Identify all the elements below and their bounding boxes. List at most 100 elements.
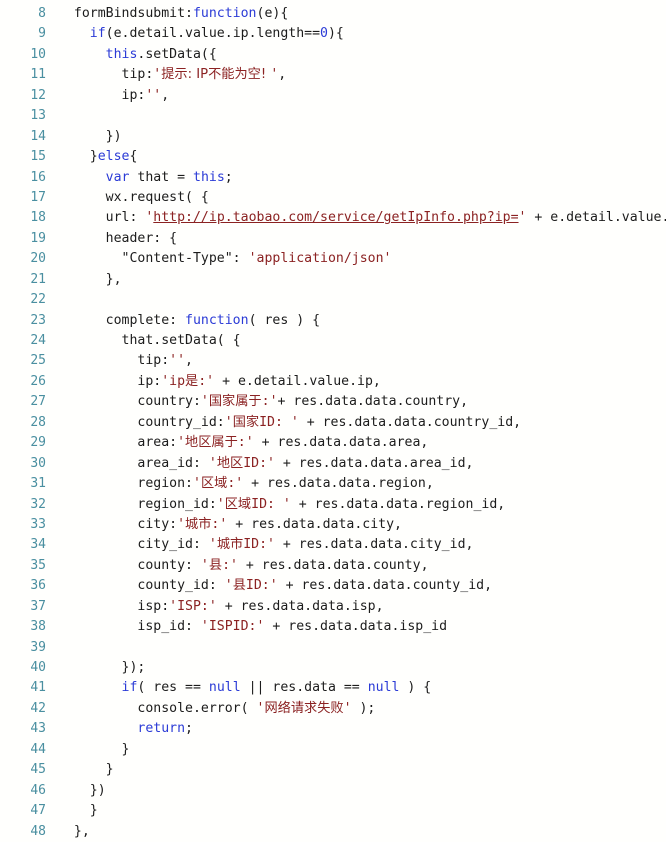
code-token-plain: ip:: [58, 87, 146, 103]
code-token-string: ID: ': [251, 496, 291, 512]
code-line-content[interactable]: city:'城市:' + res.data.data.city,: [46, 515, 402, 535]
code-line: 13: [0, 106, 666, 126]
code-line-content[interactable]: wx.request( {: [46, 188, 209, 208]
code-line: 37 isp:'ISP:' + res.data.data.isp,: [0, 597, 666, 617]
line-number: 41: [30, 680, 46, 696]
code-line-content[interactable]: that.setData( {: [46, 331, 241, 351]
code-token-plain: tip:: [58, 353, 170, 369]
code-line-content[interactable]: ip:'',: [46, 86, 170, 106]
code-line: 24 that.setData( {: [0, 331, 666, 351]
code-token-string-cjk: 城市: [185, 516, 212, 532]
code-line-content[interactable]: },: [46, 822, 90, 842]
line-number: 14: [30, 128, 46, 144]
code-line: 34 city_id: '城市ID:' + res.data.data.city…: [0, 535, 666, 555]
code-line: 23 complete: function( res ) {: [0, 311, 666, 331]
code-line: 15 }else{: [0, 147, 666, 167]
code-token-plain: region_id:: [58, 496, 217, 512]
code-line-content[interactable]: return;: [46, 719, 193, 739]
code-token-string: ': [224, 578, 233, 594]
code-line-content[interactable]: tip:'',: [46, 351, 193, 371]
code-line-content[interactable]: url: 'http://ip.taobao.com/service/getIp…: [46, 208, 666, 228]
code-line-content[interactable]: }: [46, 801, 98, 821]
code-line-content[interactable]: "Content-Type": 'application/json': [46, 249, 392, 269]
code-line-content[interactable]: isp_id: 'ISPID:' + res.data.data.isp_id: [46, 617, 447, 637]
code-line: 44 }: [0, 740, 666, 760]
code-line-content[interactable]: console.error( '网络请求失败' );: [46, 699, 375, 719]
code-line-content[interactable]: region:'区域:' + res.data.data.region,: [46, 474, 434, 494]
code-token-plain: ,: [278, 67, 287, 83]
code-line: 35 county: '县:' + res.data.data.county,: [0, 556, 666, 576]
code-token-string: 'application/json': [248, 251, 392, 267]
code-token-plain: + res.data.data.area_id,: [274, 455, 474, 471]
code-line-content[interactable]: isp:'ISP:' + res.data.data.isp,: [46, 597, 383, 617]
line-number: 24: [30, 333, 46, 348]
code-line: 10 this.setData({: [0, 45, 666, 65]
code-line-content[interactable]: formBindsubmit:function(e){: [46, 4, 288, 24]
code-token-keyword: else: [97, 149, 130, 165]
line-number: 36: [30, 578, 46, 594]
code-line-content[interactable]: area:'地区属于:' + res.data.data.area,: [46, 433, 428, 453]
line-number: 19: [30, 230, 46, 246]
code-line-content[interactable]: country:'国家属于:'+ res.data.data.country,: [46, 392, 468, 412]
line-number: 27: [30, 394, 46, 410]
code-line-content[interactable]: var that = this;: [46, 168, 233, 188]
code-token-plain: });: [58, 660, 146, 675]
code-line-content[interactable]: country_id:'国家ID: ' + res.data.data.coun…: [46, 413, 521, 433]
code-line-content[interactable]: complete: function( res ) {: [46, 311, 320, 331]
code-line-content[interactable]: tip:'提示: IP不能为空! ',: [46, 65, 287, 85]
code-token-plain: }: [58, 803, 98, 819]
code-token-keyword: 0: [320, 26, 328, 42]
code-line: 28 country_id:'国家ID: ' + res.data.data.c…: [0, 413, 666, 433]
code-token-string: :': [261, 394, 278, 410]
line-number: 37: [30, 598, 46, 614]
code-line: 16 var that = this;: [0, 168, 666, 188]
code-token-plain: + e.detail.value.ip,: [534, 210, 666, 226]
code-line-content[interactable]: if( res == null || res.data == null ) {: [46, 678, 432, 698]
code-line-content[interactable]: region_id:'区域ID: ' + res.data.data.regio…: [46, 495, 505, 515]
code-line-content[interactable]: },: [46, 270, 122, 290]
code-line-content[interactable]: }else{: [46, 147, 138, 167]
code-token-string: 'ISPID:': [200, 619, 265, 635]
code-line-content[interactable]: }: [46, 760, 114, 780]
code-line: 31 region:'区域:' + res.data.data.region,: [0, 474, 666, 494]
code-token-string: ID: ': [259, 414, 299, 430]
code-line-content[interactable]: county: '县:' + res.data.data.county,: [46, 556, 428, 576]
code-token-plain: county_id:: [58, 578, 225, 594]
code-token-string: ': [200, 557, 209, 573]
code-line-content[interactable]: city_id: '城市ID:' + res.data.data.city_id…: [46, 535, 473, 555]
line-number: 11: [30, 67, 46, 83]
code-token-plain: "Content-Type":: [58, 251, 249, 267]
code-line-content[interactable]: }: [46, 740, 130, 760]
code-line-content[interactable]: this.setData({: [46, 45, 217, 65]
code-line-content[interactable]: });: [46, 658, 146, 678]
line-number: 43: [30, 721, 46, 737]
code-token-string-cjk: 是: [185, 373, 199, 389]
code-token-keyword: function: [192, 6, 257, 21]
code-token-plain: + res.data.data.county_id,: [277, 578, 493, 594]
code-token-plain: (e){: [256, 6, 289, 21]
code-line-content[interactable]: if(e.detail.value.ip.length==0){: [46, 24, 344, 44]
code-token-keyword: this: [193, 169, 225, 185]
code-line-content[interactable]: county_id: '县ID:' + res.data.data.county…: [46, 576, 492, 596]
code-token-string: '': [169, 353, 186, 369]
code-token-string: ': [177, 516, 186, 532]
code-token-plain: .setData({: [137, 46, 217, 62]
code-line-content[interactable]: header: {: [46, 229, 177, 249]
line-number: 28: [30, 414, 46, 430]
line-number: 44: [30, 741, 46, 757]
code-line-content[interactable]: ip:'ip是:' + e.detail.value.ip,: [46, 372, 380, 392]
code-token-plain: + res.data.data.region,: [243, 476, 434, 492]
code-line-content[interactable]: }): [46, 781, 106, 801]
code-editor-viewport[interactable]: 8 formBindsubmit:function(e){9 if(e.deta…: [0, 0, 666, 839]
line-number: 17: [30, 189, 46, 205]
code-token-plain: ;: [185, 721, 193, 737]
code-line-content[interactable]: }): [46, 127, 122, 147]
code-token-plain: that =: [129, 169, 193, 185]
code-token-string-cjk: 地区属于: [185, 435, 238, 451]
code-token-url[interactable]: http://ip.taobao.com/service/getIpInfo.p…: [153, 210, 518, 225]
code-line-content[interactable]: area_id: '地区ID:' + res.data.data.area_id…: [46, 454, 473, 474]
